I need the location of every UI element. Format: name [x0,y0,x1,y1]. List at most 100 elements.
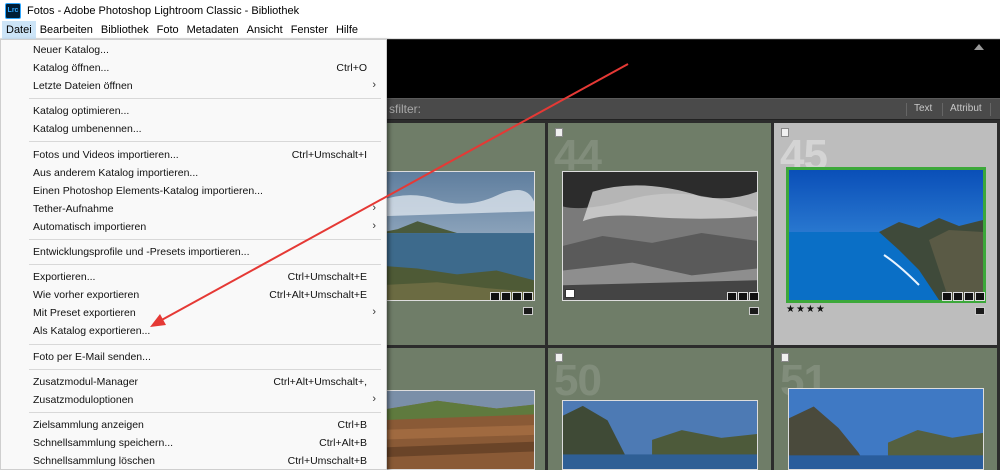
menu-separator [29,369,381,370]
menu-item-shortcut: Ctrl+Umschalt+E [287,271,367,283]
filter-text-option[interactable]: Text [914,103,932,114]
crop-badge-icon [512,292,522,301]
menu-item-shortcut: Ctrl+Alt+Umschalt+, [273,376,367,388]
submenu-arrow-icon: › [372,202,376,214]
photo-thumbnail[interactable] [377,171,535,301]
menu-ansicht[interactable]: Ansicht [243,21,287,39]
metadata-badge-icon [975,307,985,315]
menu-item-label: Katalog öffnen... [33,62,110,74]
develop-badge-icon [523,292,533,301]
menu-item-katalog-optimieren[interactable]: Katalog optimieren... [1,103,386,121]
collection-badge-icon [738,292,748,301]
menu-bar: Datei Bearbeiten Bibliothek Foto Metadat… [0,20,1000,39]
menu-item-label: Automatisch importieren [33,221,147,233]
menu-item-tether-aufnahme[interactable]: Tether-Aufnahme › [1,201,386,219]
menu-item-zusatzmoduloptionen[interactable]: Zusatzmoduloptionen › [1,392,386,410]
menu-item-schnellsammlung-loeschen[interactable]: Schnellsammlung löschen Ctrl+Umschalt+B [1,453,386,470]
photo-thumbnail[interactable] [377,390,535,470]
menu-item-label: Foto per E-Mail senden... [33,351,151,363]
collapse-panel-icon[interactable] [974,44,984,50]
menu-datei[interactable]: Datei [2,20,36,39]
menu-separator [29,98,381,99]
menu-item-label: Einen Photoshop Elements-Katalog importi… [33,185,263,197]
menu-item-shortcut: Ctrl+Umschalt+B [287,455,367,467]
menu-item-label: Neuer Katalog... [33,44,109,56]
menu-item-automatisch-importieren[interactable]: Automatisch importieren › [1,219,386,237]
menu-item-label: Tether-Aufnahme [33,203,114,215]
menu-item-label: Aus anderem Katalog importieren... [33,167,199,179]
grid-cell-51[interactable]: 51 [774,348,997,470]
menu-bibliothek[interactable]: Bibliothek [97,21,153,39]
photo-thumbnail[interactable] [562,171,758,301]
submenu-arrow-icon: › [372,220,376,232]
menu-item-schnellsammlung-speichern[interactable]: Schnellsammlung speichern... Ctrl+Alt+B [1,435,386,453]
menu-item-label: Schnellsammlung löschen [33,455,155,467]
menu-item-aus-katalog-importieren[interactable]: Aus anderem Katalog importieren... [1,165,386,183]
menu-item-shortcut: Ctrl+B [337,419,367,431]
menu-item-label: Letzte Dateien öffnen [33,80,133,92]
menu-item-zusatzmodul-manager[interactable]: Zusatzmodul-Manager Ctrl+Alt+Umschalt+, [1,374,386,392]
menu-separator [29,239,381,240]
star-rating[interactable]: ★★★★ [786,304,826,315]
filter-separator [906,103,907,116]
grid-cell-45-selected[interactable]: 45 ★★★★ [774,123,997,345]
menu-item-fotos-importieren[interactable]: Fotos und Videos importieren... Ctrl+Ums… [1,147,386,165]
menu-item-label: Zusatzmodul-Manager [33,376,139,388]
thumbnail-badges [942,292,985,301]
grid-cell-44[interactable]: 44 [548,123,771,345]
menu-item-katalog-oeffnen[interactable]: Katalog öffnen... Ctrl+O [1,60,386,78]
keyword-badge-icon [490,292,500,301]
menu-item-label: Entwicklungsprofile und -Presets importi… [33,246,250,258]
menu-metadaten[interactable]: Metadaten [183,21,243,39]
menu-item-als-katalog-exportieren[interactable]: Als Katalog exportieren... [1,323,386,341]
photo-thumbnail-selected[interactable] [786,167,986,303]
menu-item-label: Exportieren... [33,271,96,283]
menu-item-katalog-umbenennen[interactable]: Katalog umbenennen... [1,121,386,139]
submenu-arrow-icon: › [372,79,376,91]
library-filter-label: sfilter: [389,102,422,116]
menu-item-shortcut: Ctrl+O [336,62,367,74]
thumbnail-badges [490,292,533,301]
menu-fenster[interactable]: Fenster [287,21,332,39]
menu-item-elements-katalog-importieren[interactable]: Einen Photoshop Elements-Katalog importi… [1,183,386,201]
menu-item-label: Katalog optimieren... [33,105,130,117]
menu-item-neuer-katalog[interactable]: Neuer Katalog... [1,42,386,60]
keyword-badge-icon [942,292,952,301]
window-title: Fotos - Adobe Photoshop Lightroom Classi… [27,4,300,17]
menu-item-shortcut: Ctrl+Alt+B [319,437,367,449]
filter-attribute-option[interactable]: Attribut [950,103,982,114]
menu-item-zielsammlung-anzeigen[interactable]: Zielsammlung anzeigen Ctrl+B [1,417,386,435]
menu-item-foto-per-email[interactable]: Foto per E-Mail senden... [1,349,386,367]
cell-index-number: 50 [554,356,602,405]
menu-separator [29,264,381,265]
menu-separator [29,412,381,413]
menu-item-letzte-dateien[interactable]: Letzte Dateien öffnen › [1,78,386,96]
menu-hilfe[interactable]: Hilfe [332,21,362,39]
menu-item-exportieren[interactable]: Exportieren... Ctrl+Umschalt+E [1,269,386,287]
grid-cell-50[interactable]: 50 [548,348,771,470]
keyword-badge-icon [727,292,737,301]
menu-separator [29,344,381,345]
develop-badge-icon [975,292,985,301]
photo-thumbnail[interactable] [562,400,758,470]
photo-thumbnail[interactable] [788,388,984,470]
menu-item-presets-importieren[interactable]: Entwicklungsprofile und -Presets importi… [1,244,386,262]
menu-separator [29,141,381,142]
menu-foto[interactable]: Foto [153,21,183,39]
thumbnail-badges [727,292,759,301]
virtual-copy-badge-icon [565,289,575,298]
menu-item-label: Schnellsammlung speichern... [33,437,174,449]
menu-item-wie-vorher-exportieren[interactable]: Wie vorher exportieren Ctrl+Alt+Umschalt… [1,287,386,305]
crop-badge-icon [964,292,974,301]
menu-item-label: Zusatzmoduloptionen [33,394,134,406]
menu-item-shortcut: Ctrl+Alt+Umschalt+E [269,289,367,301]
metadata-badge-icon [749,307,759,315]
title-bar: Lrc Fotos - Adobe Photoshop Lightroom Cl… [0,0,1000,21]
menu-item-shortcut: Ctrl+Umschalt+I [291,149,367,161]
menu-bearbeiten[interactable]: Bearbeiten [36,21,97,39]
submenu-arrow-icon: › [372,393,376,405]
menu-item-label: Katalog umbenennen... [33,123,142,135]
menu-item-mit-preset-exportieren[interactable]: Mit Preset exportieren › [1,305,386,323]
menu-item-label: Zielsammlung anzeigen [33,419,144,431]
menu-item-label: Wie vorher exportieren [33,289,140,301]
